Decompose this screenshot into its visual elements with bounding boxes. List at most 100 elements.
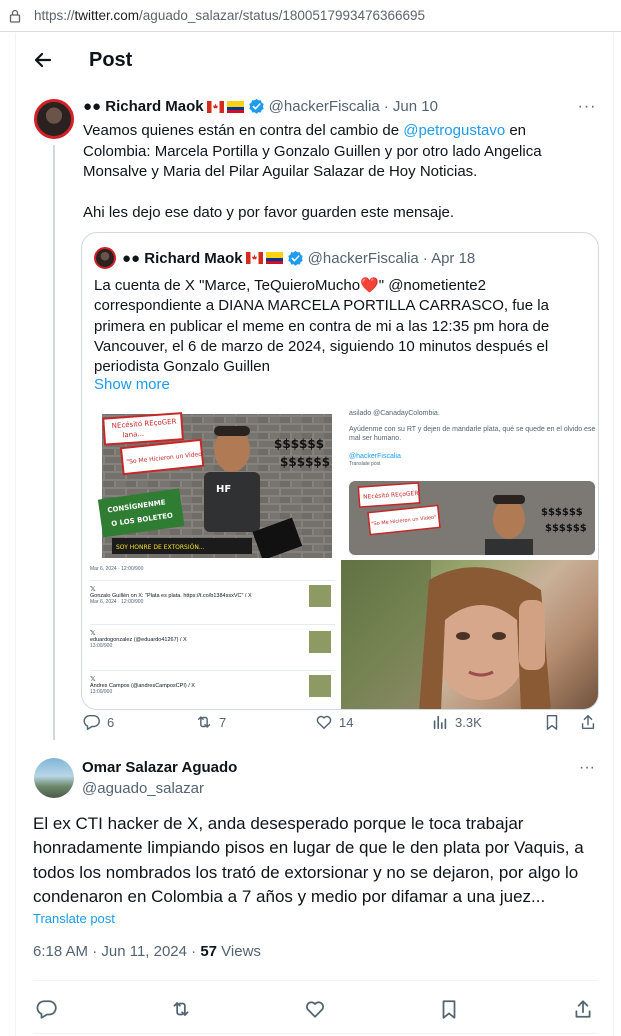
more-options-button[interactable]: ···: [575, 98, 599, 118]
quoted-tweet-card[interactable]: ●● Richard Maok @hackerFiscalia · Apr 18…: [81, 232, 599, 710]
lock-icon: [9, 9, 21, 23]
list-item: 𝕏 Andres Campos (@andresCamposCPI) / X 1…: [90, 670, 335, 709]
portrait-photo: [341, 560, 551, 709]
list-date-top: Mar 6, 2024 · 12:00/900: [90, 566, 144, 572]
bookmark-button[interactable]: [543, 713, 567, 731]
share-button[interactable]: [572, 998, 596, 1022]
parent-tweet[interactable]: ●● Richard Maok @hackerFiscalia · Jun 10…: [16, 88, 613, 743]
avatar[interactable]: [34, 99, 74, 139]
post-column: Post ●● Richard Maok @hackerFiscalia · J…: [15, 33, 614, 1036]
repost-count: 7: [219, 714, 227, 730]
analytics-icon: [433, 715, 447, 730]
show-more-link[interactable]: Show more: [94, 376, 170, 393]
reply-button[interactable]: [36, 998, 60, 1022]
quoted-author-row: ●● Richard Maok @hackerFiscalia · Apr 18: [94, 247, 475, 269]
share-icon: [575, 1000, 591, 1018]
more-options-button[interactable]: ···: [575, 759, 599, 779]
mention-link[interactable]: @petrogustavo: [403, 122, 505, 139]
views-button[interactable]: 3.3K: [431, 713, 482, 731]
verified-badge-icon: [287, 250, 303, 266]
repost-button[interactable]: 7: [195, 713, 226, 731]
screenshot-translate: Translate post: [349, 461, 381, 467]
screenshot-handle: @hackerFiscalia: [349, 453, 401, 460]
author-handle[interactable]: @hackerFiscalia: [269, 98, 380, 115]
list-item-3-date: 13:00/900: [90, 689, 113, 695]
views-label: Views: [217, 943, 261, 960]
tweet-date[interactable]: · Jun 10: [384, 98, 438, 115]
reply-count: 6: [107, 714, 115, 730]
list-item-1-thumb: [309, 585, 331, 607]
tweet-timestamp[interactable]: 6:18 AM · Jun 11, 2024 ·: [33, 943, 200, 960]
canada-flag-icon: [206, 100, 224, 113]
meme-image[interactable]: NEcésitó REçoGER lana... "So Me Hicieron…: [82, 408, 339, 558]
repost-icon: [173, 1002, 189, 1016]
screenshot-money-2: $$$$$$: [545, 523, 587, 534]
meme-yellow-banner: SOY HONRE DE EXTORSIÓN...: [116, 544, 205, 551]
page-title: Post: [89, 49, 133, 71]
screenshot-money-1: $$$$$$: [541, 507, 583, 518]
screenshot-line-2: Ayúdenme con su RT y dejen de mandarle p…: [349, 426, 596, 442]
meme-hf-logo: HF: [216, 484, 231, 495]
like-count: 14: [339, 714, 354, 730]
reply-button[interactable]: 6: [83, 713, 114, 731]
search-list: Mar 6, 2024 · 12:00/900 𝕏 Gonzalo Guillé…: [90, 566, 335, 709]
reply-icon: [83, 714, 100, 730]
tweet-actions: 6 7 14 3.3K: [83, 713, 603, 737]
views-count: 57: [200, 943, 218, 960]
bookmark-icon: [546, 714, 558, 730]
like-button[interactable]: 14: [315, 713, 353, 731]
bookmark-icon: [442, 1000, 456, 1019]
verified-badge-icon: [248, 98, 264, 114]
views-count: 3.3K: [455, 714, 482, 730]
list-item: 𝕏 eduardogonzalez (@eduardo41267) / X 13…: [90, 624, 335, 666]
meme-money-2: $$$$$$: [280, 455, 330, 469]
tweet-author-row: ●● Richard Maok @hackerFiscalia · Jun 10: [83, 98, 438, 115]
share-icon: [581, 714, 595, 730]
post-header: Post: [16, 33, 613, 88]
photo-image[interactable]: [341, 560, 598, 709]
canada-flag-icon: [245, 252, 263, 264]
avatar[interactable]: [34, 758, 74, 798]
translate-post-link[interactable]: Translate post: [33, 911, 115, 926]
screenshot-text-block: asilado @CanadayColombia. Ayúdenme con s…: [349, 410, 598, 467]
arrow-left-icon: [34, 52, 52, 68]
quoted-tweet-text: La cuenta de X "Marce, TeQuieroMucho❤️" …: [94, 277, 550, 376]
media-grid[interactable]: NEcésitó REçoGER lana... "So Me Hicieron…: [82, 408, 598, 709]
tweet-meta: 6:18 AM · Jun 11, 2024 · 57 Views: [33, 943, 261, 960]
quoted-avatar: [94, 247, 116, 269]
screenshot-line-1: asilado @CanadayColombia.: [349, 410, 440, 417]
author-name[interactable]: ●● Richard Maok: [83, 98, 204, 115]
screenshot-image[interactable]: asilado @CanadayColombia. Ayúdenme con s…: [341, 408, 598, 558]
quoted-author-handle: @hackerFiscalia: [307, 249, 419, 267]
meme-graphic: NEcésitó REçoGER lana... "So Me Hicieron…: [97, 412, 332, 558]
share-button[interactable]: [579, 713, 603, 731]
like-button[interactable]: [304, 998, 328, 1022]
quoted-author-name: ●● Richard Maok: [122, 249, 243, 267]
list-item: 𝕏 Gonzalo Guillén on X: "Plata es plata.…: [90, 580, 335, 620]
colombia-flag-icon: [226, 100, 244, 113]
url-text: https://twitter.com/aguado_salazar/statu…: [34, 8, 426, 23]
list-item-3-thumb: [309, 675, 331, 697]
list-item-2-date: 13:00/900: [90, 643, 113, 649]
repost-button[interactable]: [170, 998, 194, 1022]
list-item-1-date: Mar 6, 2024 · 12:00/900: [90, 599, 144, 605]
back-button[interactable]: [30, 47, 56, 73]
bookmark-button[interactable]: [438, 998, 462, 1022]
tweet-text: El ex CTI hacker de X, anda desesperado …: [33, 814, 584, 907]
search-list-image[interactable]: Mar 6, 2024 · 12:00/900 𝕏 Gonzalo Guillé…: [82, 560, 339, 709]
divider: [33, 980, 598, 981]
repost-icon: [197, 716, 211, 728]
main-tweet: Omar Salazar Aguado @aguado_salazar ··· …: [16, 743, 613, 1036]
browser-address-bar[interactable]: https://twitter.com/aguado_salazar/statu…: [0, 0, 621, 32]
heart-icon: [316, 715, 332, 730]
heart-icon: [306, 1001, 324, 1018]
reply-icon: [36, 1000, 57, 1019]
screenshot-meme-thumb: NEcésitó REçoGER "So Me Hicieron un Vide…: [349, 481, 595, 555]
author-name[interactable]: Omar Salazar Aguado: [82, 759, 237, 776]
meme-money-1: $$$$$$: [274, 437, 324, 451]
author-handle[interactable]: @aguado_salazar: [82, 780, 204, 797]
divider: [33, 1033, 598, 1034]
list-item-2-thumb: [309, 631, 331, 653]
colombia-flag-icon: [265, 252, 283, 264]
main-tweet-actions: [16, 990, 613, 1030]
